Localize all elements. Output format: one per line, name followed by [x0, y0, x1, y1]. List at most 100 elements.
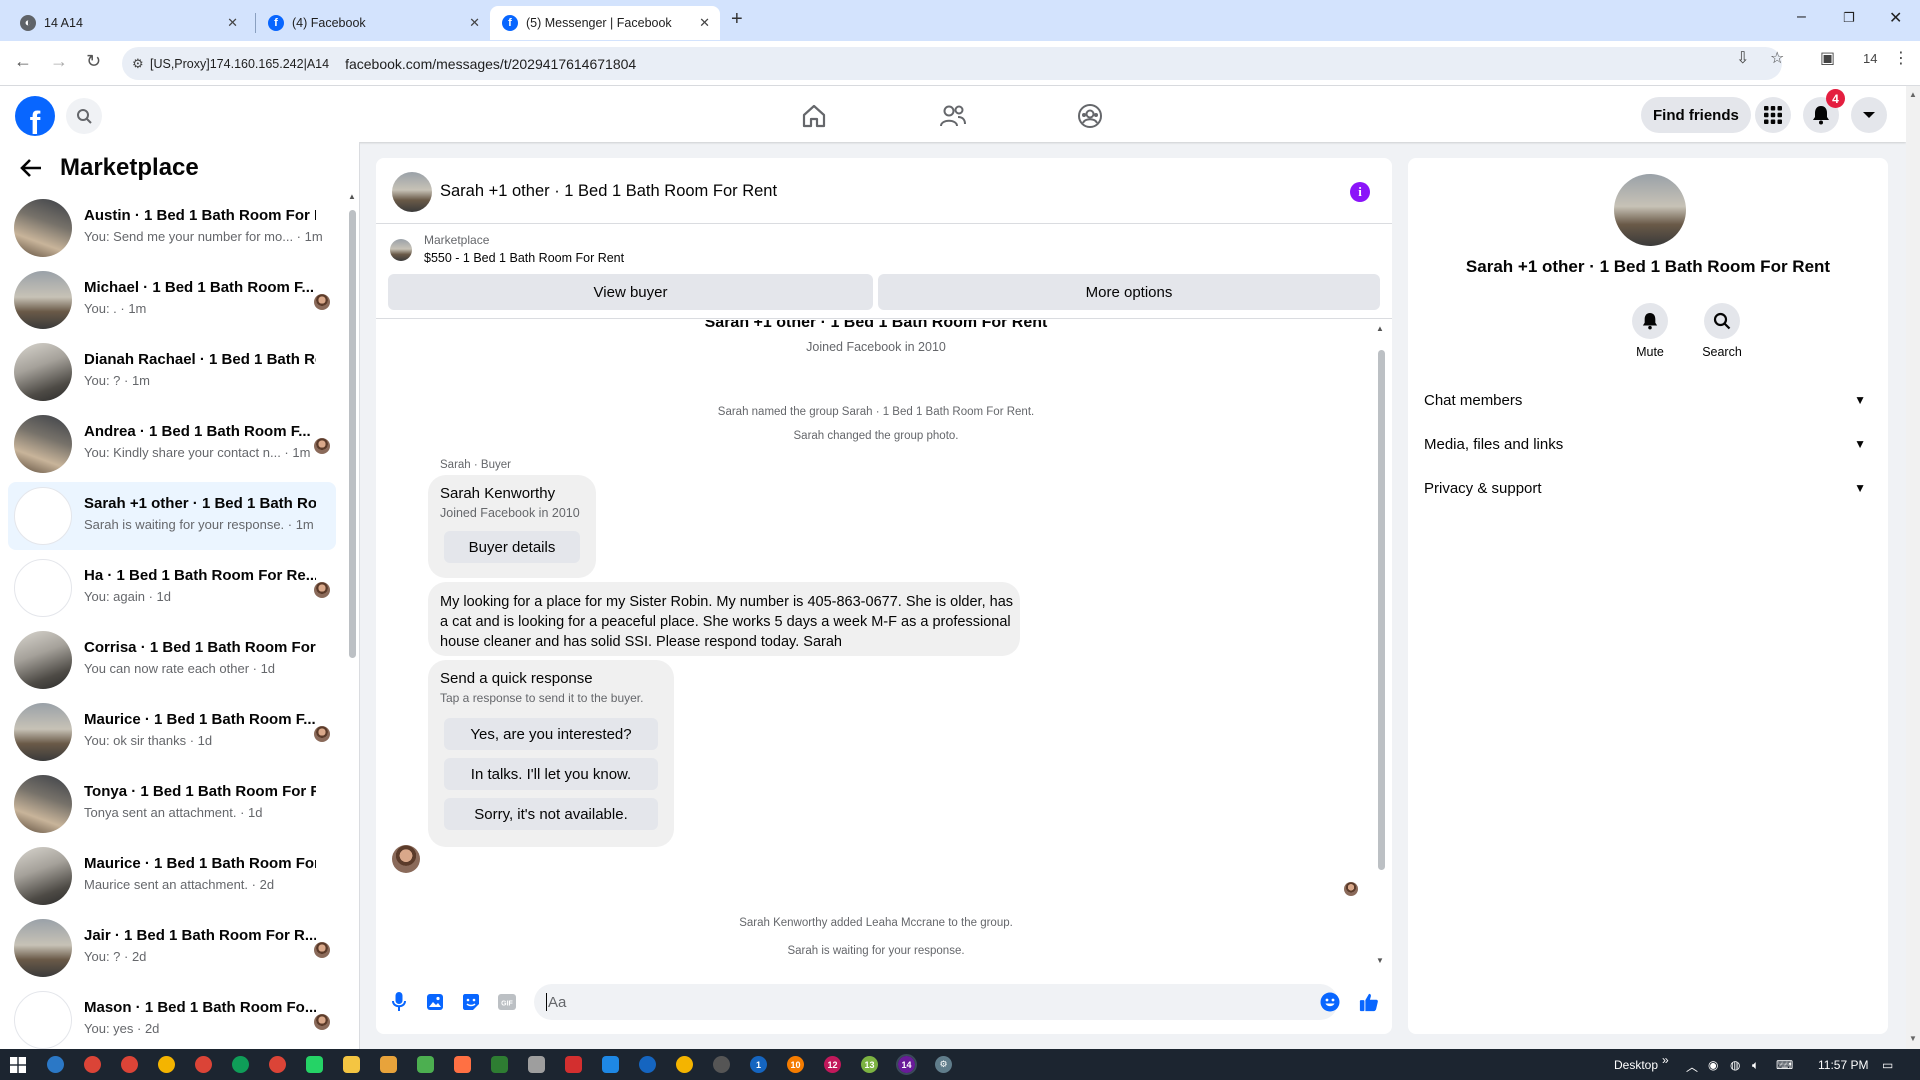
close-icon[interactable]: ✕ — [469, 15, 480, 31]
sidebar-scrollbar[interactable] — [349, 210, 356, 658]
friends-nav-button[interactable] — [939, 102, 967, 130]
whatsapp-icon[interactable] — [306, 1056, 323, 1073]
quick-reply-button[interactable]: Yes, are you interested? — [444, 718, 658, 750]
profile-count[interactable]: 14 — [1863, 51, 1877, 66]
search-button[interactable] — [66, 98, 102, 134]
app-icon[interactable] — [639, 1056, 656, 1073]
desktop-toolbar-label[interactable]: Desktop — [1614, 1058, 1658, 1072]
conversation-item[interactable]: Maurice · 1 Bed 1 Bath Room F... You: ok… — [8, 698, 336, 766]
like-button[interactable] — [1359, 992, 1379, 1012]
message-input[interactable]: Aa — [534, 984, 1338, 1020]
chrome-icon[interactable] — [269, 1056, 286, 1073]
tray-overflow-icon[interactable]: ︿ — [1686, 1058, 1698, 1075]
conversation-item[interactable]: Maurice · 1 Bed 1 Bath Room For... Mauri… — [8, 842, 336, 910]
app-icon[interactable] — [713, 1056, 730, 1073]
conversation-item[interactable]: Dianah Rachael · 1 Bed 1 Bath Ro... You:… — [8, 338, 336, 406]
listing-title[interactable]: $550 - 1 Bed 1 Bath Room For Rent — [424, 251, 624, 265]
network-icon[interactable]: ◍ — [1730, 1058, 1740, 1072]
view-buyer-button[interactable]: View buyer — [388, 274, 873, 310]
scroll-up-arrow[interactable]: ▲ — [348, 192, 356, 201]
back-arrow-icon[interactable] — [20, 158, 42, 178]
windows-start-icon[interactable] — [9, 1056, 26, 1073]
media-files-links-section[interactable]: Media, files and links ▼ — [1424, 426, 1874, 462]
tray-app-icon[interactable]: ◉ — [1708, 1058, 1718, 1072]
quick-reply-button[interactable]: Sorry, it's not available. — [444, 798, 658, 830]
folder-icon[interactable] — [343, 1056, 360, 1073]
app-icon[interactable] — [491, 1056, 508, 1073]
app-icon[interactable] — [602, 1056, 619, 1073]
chrome-profile-icon[interactable]: 1 — [750, 1056, 767, 1073]
close-icon[interactable]: ✕ — [227, 15, 238, 31]
chevron-icon[interactable]: » — [1662, 1053, 1669, 1067]
omnibox[interactable]: ⚙ [US,Proxy]174.160.165.242|A14 facebook… — [122, 47, 1782, 80]
facebook-logo[interactable]: f — [15, 96, 55, 136]
groups-nav-button[interactable] — [1076, 102, 1104, 130]
close-icon[interactable]: ✕ — [699, 15, 710, 31]
chrome-profile-icon[interactable]: 12 — [824, 1056, 841, 1073]
app-icon[interactable] — [454, 1056, 471, 1073]
minimize-button[interactable]: – — [1797, 8, 1806, 26]
chrome-icon[interactable] — [84, 1056, 101, 1073]
chrome-icon[interactable] — [676, 1056, 693, 1073]
group-avatar-large[interactable] — [1614, 174, 1686, 246]
close-window-button[interactable]: ✕ — [1889, 8, 1902, 28]
app-icon[interactable] — [417, 1056, 434, 1073]
conversation-item-active[interactable]: Sarah +1 other · 1 Bed 1 Bath Ro... Sara… — [8, 482, 336, 550]
mute-action[interactable]: Mute — [1615, 303, 1685, 359]
app-icon[interactable] — [47, 1056, 64, 1073]
home-nav-button[interactable] — [800, 102, 828, 130]
group-avatar[interactable] — [392, 172, 432, 212]
thread-scrollbar[interactable] — [1378, 350, 1385, 870]
mute-button[interactable] — [1632, 303, 1668, 339]
chat-members-section[interactable]: Chat members ▼ — [1424, 382, 1874, 418]
conversation-item[interactable]: Tonya · 1 Bed 1 Bath Room For R... Tonya… — [8, 770, 336, 838]
chrome-profile-icon[interactable]: 14 — [896, 1054, 917, 1075]
app-icon[interactable] — [380, 1056, 397, 1073]
browser-tab-1[interactable]: ◐ 14 A14 ✕ — [8, 6, 248, 40]
site-settings-icon[interactable]: ⚙ — [132, 56, 144, 72]
chat-title[interactable]: Sarah +1 other · 1 Bed 1 Bath Room For R… — [440, 182, 777, 201]
notification-center-icon[interactable]: ▭ — [1882, 1058, 1893, 1072]
conversation-item[interactable]: Ha · 1 Bed 1 Bath Room For Re... You: ag… — [8, 554, 336, 622]
bookmark-star-icon[interactable]: ☆ — [1770, 48, 1784, 68]
restore-button[interactable]: ❐ — [1843, 10, 1855, 26]
search-action[interactable]: Search — [1687, 303, 1757, 359]
app-icon[interactable] — [528, 1056, 545, 1073]
conversation-item[interactable]: Michael · 1 Bed 1 Bath Room F... You: . … — [8, 266, 336, 334]
app-icon[interactable] — [565, 1056, 582, 1073]
conversation-item[interactable]: Andrea · 1 Bed 1 Bath Room F... You: Kin… — [8, 410, 336, 478]
conversation-item[interactable]: Mason · 1 Bed 1 Bath Room Fo... You: yes… — [8, 986, 336, 1049]
conversation-item[interactable]: Corrisa · 1 Bed 1 Bath Room For ... You … — [8, 626, 336, 694]
new-tab-button[interactable]: + — [731, 8, 743, 31]
voice-clip-button[interactable] — [389, 992, 409, 1012]
browser-tab-3[interactable]: f (5) Messenger | Facebook ✕ — [490, 6, 720, 40]
gif-button[interactable]: GIF — [497, 992, 517, 1012]
buyer-details-button[interactable]: Buyer details — [444, 531, 580, 563]
back-icon[interactable]: ← — [14, 51, 32, 72]
url-text[interactable]: facebook.com/messages/t/2029417614671804 — [345, 56, 636, 72]
menu-dots-icon[interactable]: ⋮ — [1893, 48, 1909, 68]
chrome-icon[interactable] — [121, 1056, 138, 1073]
clock-time[interactable]: 11:57 PM — [1818, 1058, 1868, 1072]
keyboard-icon[interactable]: ⌨ — [1776, 1058, 1793, 1072]
scroll-down-arrow[interactable]: ▼ — [1376, 956, 1384, 965]
attach-photo-button[interactable] — [425, 992, 445, 1012]
page-scrollbar[interactable]: ▲ ▼ — [1906, 86, 1920, 1049]
scroll-up-arrow[interactable]: ▲ — [1376, 324, 1384, 333]
browser-tab-2[interactable]: f (4) Facebook ✕ — [256, 6, 490, 40]
settings-icon[interactable]: ⚙ — [935, 1056, 952, 1073]
search-in-conversation-button[interactable] — [1704, 303, 1740, 339]
volume-icon[interactable]: 🔈︎ — [1752, 1058, 1759, 1073]
scroll-up-arrow[interactable]: ▲ — [1909, 90, 1917, 99]
more-options-button[interactable]: More options — [878, 274, 1380, 310]
sender-avatar[interactable] — [392, 845, 420, 873]
quick-reply-button[interactable]: In talks. I'll let you know. — [444, 758, 658, 790]
sticker-button[interactable] — [461, 992, 481, 1012]
privacy-support-section[interactable]: Privacy & support ▼ — [1424, 470, 1874, 506]
chrome-icon[interactable] — [158, 1056, 175, 1073]
chrome-icon[interactable] — [232, 1056, 249, 1073]
account-button[interactable] — [1851, 97, 1887, 133]
chrome-profile-icon[interactable]: 10 — [787, 1056, 804, 1073]
menu-button[interactable] — [1755, 97, 1791, 133]
forward-icon[interactable]: → — [50, 51, 68, 72]
